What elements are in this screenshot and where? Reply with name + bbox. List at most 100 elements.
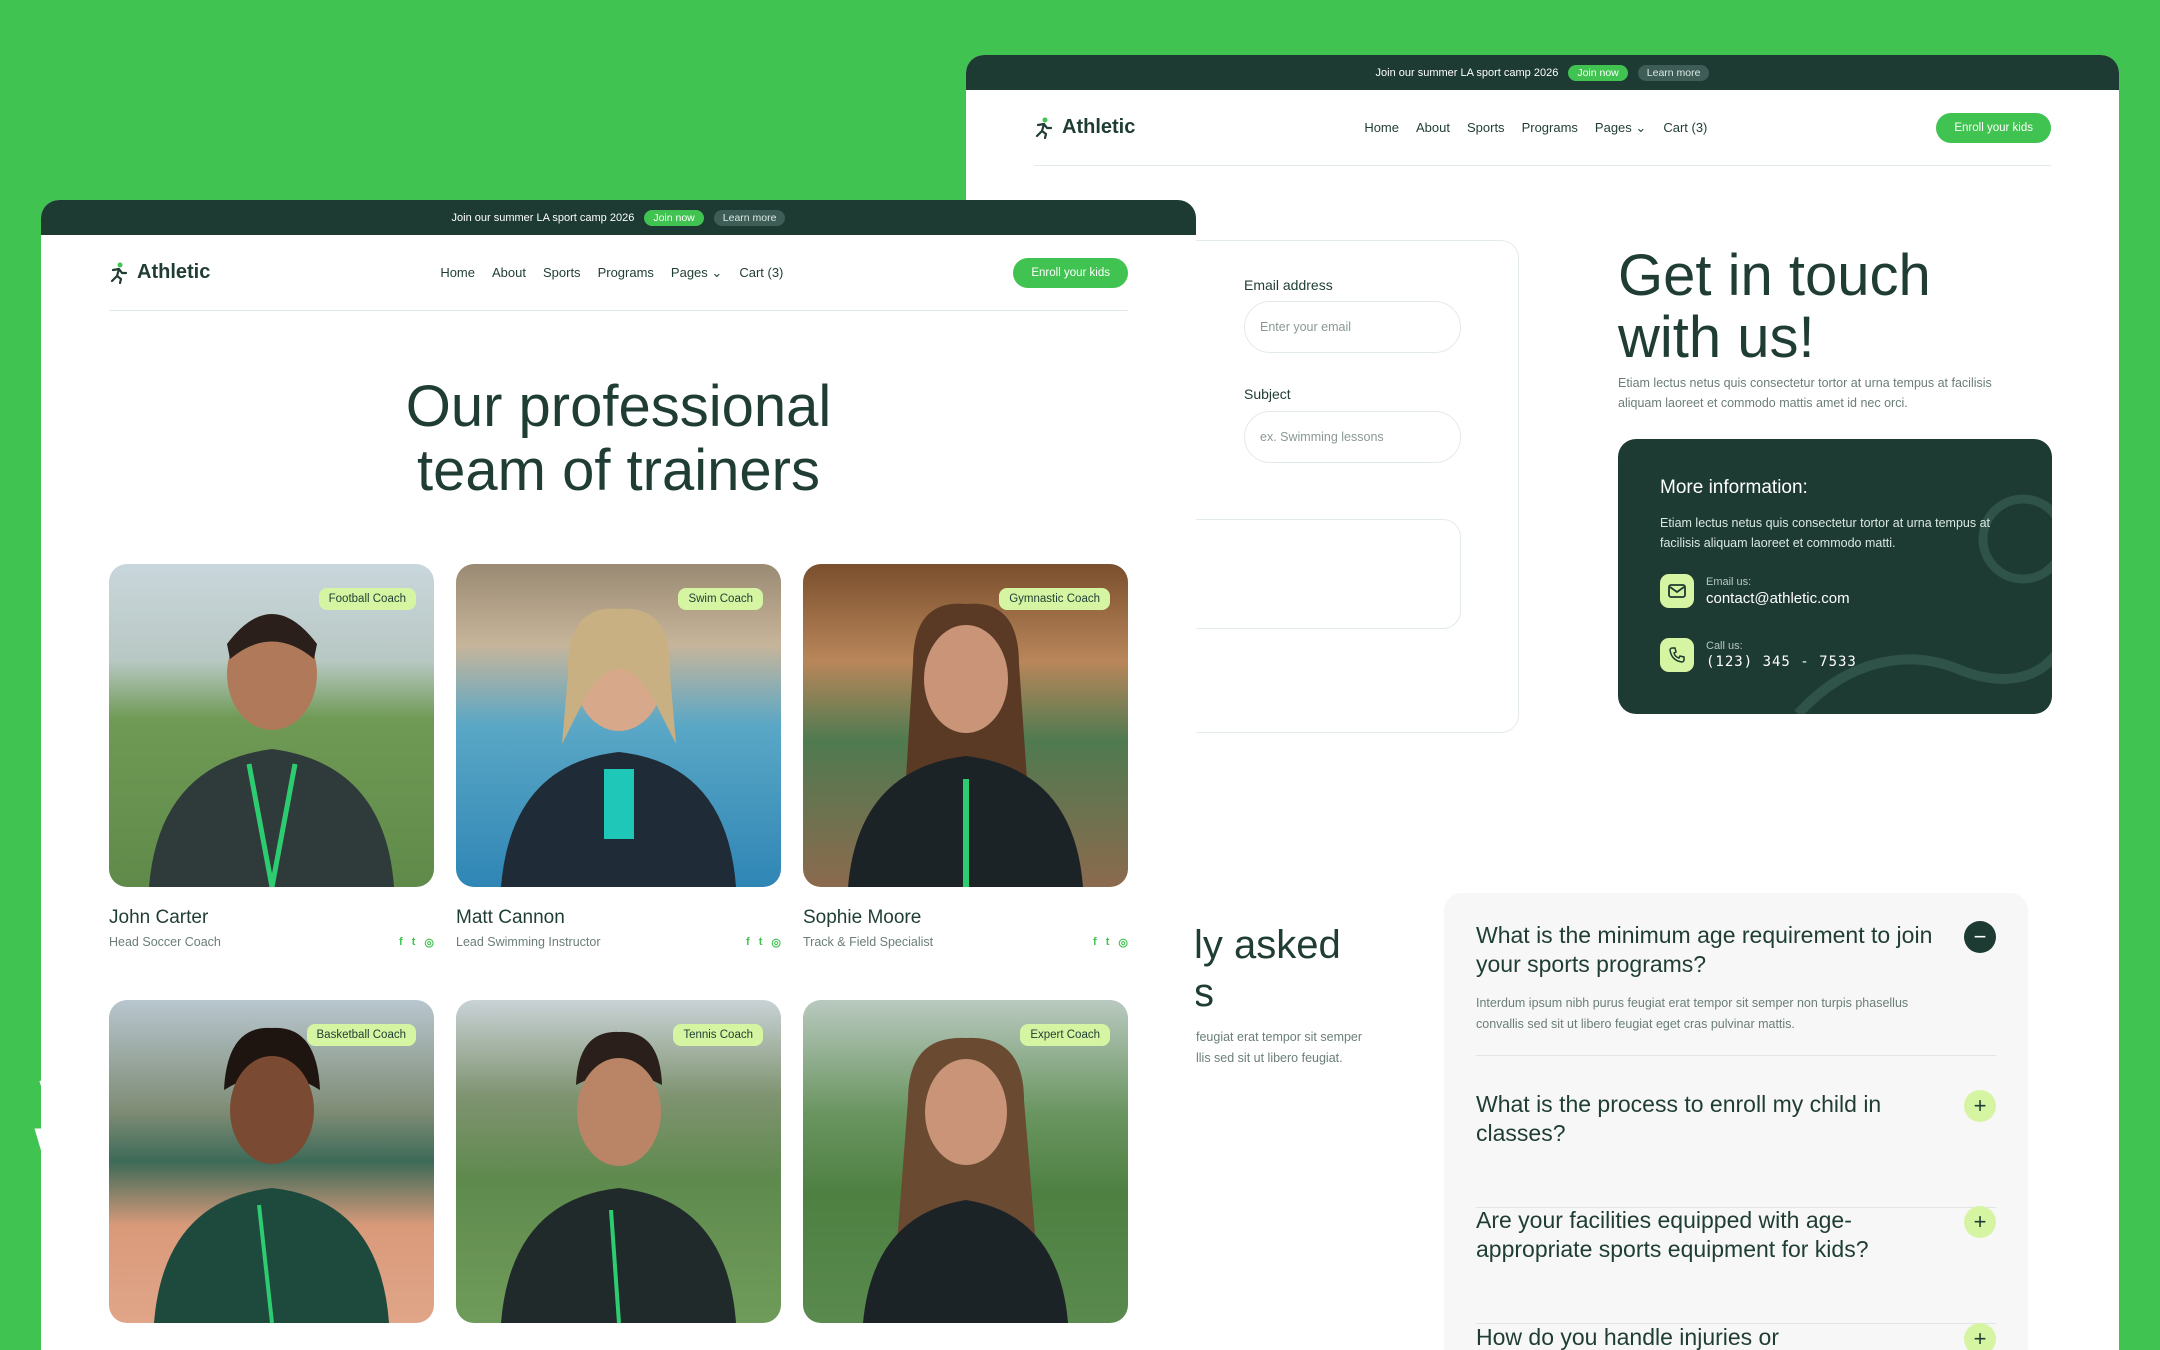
trainer-card[interactable]: Tennis Coach: [456, 1000, 781, 1323]
call-us-label: Call us:: [1706, 640, 1743, 652]
menu-item-cart[interactable]: Cart (3): [739, 265, 783, 280]
person-silhouette: [501, 608, 736, 887]
faq-title: ly asked s: [1194, 921, 1341, 1017]
chevron-down-icon: ⌄: [1635, 119, 1647, 135]
logo[interactable]: Athletic: [109, 261, 210, 284]
menu-item-pages-label: Pages: [670, 264, 708, 280]
expand-icon[interactable]: +: [1964, 1090, 1996, 1122]
faq-item[interactable]: Are your facilities equipped with age-ap…: [1476, 1206, 1996, 1324]
person-silhouette: [154, 1027, 389, 1323]
person-silhouette: [848, 603, 1083, 887]
trainer-card[interactable]: Basketball Coach: [109, 1000, 434, 1323]
social-links: f t ◎: [399, 936, 434, 949]
navbar: Athletic Home About Sports Programs Page…: [109, 235, 1128, 311]
menu-item-pages[interactable]: Pages ⌄: [1595, 120, 1646, 136]
phone-value[interactable]: (123) 345 - 7533: [1706, 654, 1857, 670]
main-menu: Home About Sports Programs Pages ⌄ Cart …: [440, 265, 783, 281]
menu-item-sports[interactable]: Sports: [1467, 120, 1505, 135]
menu-item-home[interactable]: Home: [1364, 120, 1399, 135]
email-field[interactable]: Enter your email: [1244, 301, 1461, 353]
social-links: f t ◎: [1093, 936, 1128, 949]
trainer-card[interactable]: Gymnastic Coach Sophie Moore Track & Fie…: [803, 564, 1128, 949]
twitter-icon[interactable]: t: [412, 936, 416, 949]
person-silhouette: [149, 614, 394, 887]
faq-question: What is the minimum age requirement to j…: [1476, 922, 1933, 977]
enroll-button[interactable]: Enroll your kids: [1013, 257, 1128, 288]
instagram-icon[interactable]: ◎: [771, 936, 781, 949]
menu-item-cart[interactable]: Cart (3): [1663, 120, 1707, 135]
phone-info-row[interactable]: Call us: (123) 345 - 7533: [1660, 638, 1857, 672]
faq-description-line2: llis sed sit ut libero feugiat.: [1196, 1051, 1343, 1065]
coach-badge: Swim Coach: [678, 588, 763, 610]
menu-item-about[interactable]: About: [492, 265, 526, 280]
instagram-icon[interactable]: ◎: [424, 936, 434, 949]
trainer-name: Sophie Moore: [803, 907, 922, 928]
coach-badge: Basketball Coach: [306, 1024, 416, 1046]
faq-description-line1: feugiat erat tempor sit semper: [1196, 1030, 1363, 1044]
email-value[interactable]: contact@athletic.com: [1706, 590, 1850, 607]
logo[interactable]: Athletic: [1034, 116, 1135, 139]
faq-item[interactable]: How do you handle injuries or +: [1476, 1323, 1996, 1350]
menu-item-home[interactable]: Home: [440, 265, 475, 280]
faq-item[interactable]: What is the minimum age requirement to j…: [1476, 921, 1996, 1056]
enroll-button[interactable]: Enroll your kids: [1936, 112, 2051, 143]
phone-icon: [1660, 638, 1694, 672]
trainer-name: John Carter: [109, 907, 209, 928]
navbar: Athletic Home About Sports Programs Page…: [1034, 90, 2051, 166]
twitter-icon[interactable]: t: [759, 936, 763, 949]
trainer-meta: Head Soccer Coach f t ◎: [109, 935, 434, 949]
coach-badge: Football Coach: [318, 588, 416, 610]
more-info-title: More information:: [1660, 477, 1808, 498]
contact-title-line2: with us!: [1618, 305, 1815, 370]
runner-icon: [1035, 117, 1053, 139]
trainer-meta: Track & Field Specialist f t ◎: [803, 935, 1128, 949]
menu-item-about[interactable]: About: [1416, 120, 1450, 135]
email-info-row[interactable]: Email us: contact@athletic.com: [1660, 574, 1850, 608]
expand-icon[interactable]: +: [1964, 1323, 1996, 1350]
facebook-icon[interactable]: f: [746, 936, 750, 949]
expand-icon[interactable]: +: [1964, 1206, 1996, 1238]
more-info-text: Etiam lectus netus quis consectetur tort…: [1660, 516, 1991, 550]
join-now-button[interactable]: Join now: [1568, 64, 1628, 81]
faq-answer: Interdum ipsum nibh purus feugiat erat t…: [1476, 996, 1909, 1031]
person-silhouette: [501, 1031, 736, 1323]
trainer-photo: Football Coach: [109, 564, 434, 887]
faq-accordion: What is the minimum age requirement to j…: [1444, 893, 2028, 1350]
menu-item-programs[interactable]: Programs: [598, 265, 654, 280]
trainer-meta: Lead Swimming Instructor f t ◎: [456, 935, 781, 949]
team-page-window: Join our summer LA sport camp 2026 Join …: [41, 200, 1196, 1350]
faq-item[interactable]: What is the process to enroll my child i…: [1476, 1090, 1996, 1208]
team-title-line2: team of trainers: [417, 438, 820, 503]
trainer-photo: Swim Coach: [456, 564, 781, 887]
subject-field[interactable]: ex. Swimming lessons: [1244, 411, 1461, 463]
twitter-icon[interactable]: t: [1106, 936, 1110, 949]
contact-description: Etiam lectus netus quis consectetur tort…: [1618, 376, 1992, 410]
contact-title-line1: Get in touch: [1618, 243, 1931, 308]
faq-description: feugiat erat tempor sit semper llis sed …: [1196, 1027, 1362, 1069]
learn-more-button[interactable]: Learn more: [713, 209, 786, 226]
menu-item-pages-label: Pages: [1594, 119, 1632, 135]
faq-title-line1: ly asked: [1194, 923, 1341, 967]
contact-title: Get in touch with us!: [1618, 245, 1931, 369]
brand-name: Athletic: [137, 261, 211, 283]
mail-icon: [1660, 574, 1694, 608]
instagram-icon[interactable]: ◎: [1118, 936, 1128, 949]
facebook-icon[interactable]: f: [1093, 936, 1097, 949]
menu-item-sports[interactable]: Sports: [543, 265, 581, 280]
trainer-card[interactable]: Football Coach John Carter Head Soccer C…: [109, 564, 434, 949]
menu-item-programs[interactable]: Programs: [1522, 120, 1578, 135]
trainer-card[interactable]: Expert Coach: [803, 1000, 1128, 1323]
facebook-icon[interactable]: f: [399, 936, 403, 949]
runner-icon: [110, 262, 128, 284]
join-now-button[interactable]: Join now: [644, 209, 704, 226]
email-label: Email address: [1244, 277, 1333, 293]
trainer-card[interactable]: Swim Coach Matt Cannon Lead Swimming Ins…: [456, 564, 781, 949]
coach-badge: Tennis Coach: [673, 1024, 763, 1046]
person-silhouette: [863, 1037, 1068, 1323]
collapse-icon[interactable]: −: [1964, 921, 1996, 953]
learn-more-button[interactable]: Learn more: [1637, 64, 1710, 81]
menu-item-pages[interactable]: Pages ⌄: [671, 265, 722, 281]
main-menu: Home About Sports Programs Pages ⌄ Cart …: [1364, 120, 1707, 136]
trainer-role: Track & Field Specialist: [803, 935, 934, 949]
social-links: f t ◎: [746, 936, 781, 949]
